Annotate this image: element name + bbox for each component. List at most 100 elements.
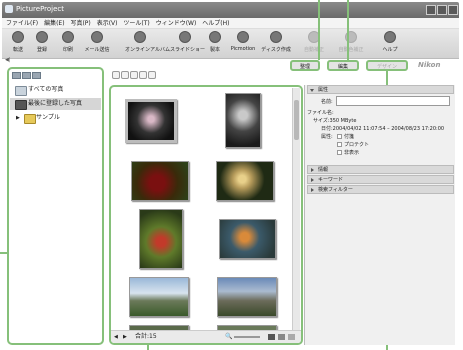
- expand-arrow-icon[interactable]: ▶: [16, 112, 20, 124]
- picmotion-button[interactable]: Picmotion: [228, 31, 258, 52]
- checkbox-icon: [337, 142, 342, 147]
- menu-help[interactable]: ヘルプ(H): [202, 18, 229, 29]
- date-value: 日付:2004/04/02 11:07:54 – 2004/08/23 17:2…: [321, 126, 445, 132]
- picmotion-icon: [237, 31, 249, 43]
- print-button[interactable]: 印刷: [53, 31, 83, 53]
- binding-button[interactable]: 製本: [200, 31, 230, 53]
- thumbnail[interactable]: [217, 277, 277, 317]
- album-view-icon[interactable]: [22, 72, 31, 79]
- section-info-header[interactable]: 情報: [307, 165, 454, 174]
- slideshow-icon: [179, 31, 191, 43]
- app-icon: [5, 5, 13, 13]
- thumbnail-browser: ◀ ▶ 合計:15 🔍: [109, 85, 303, 345]
- section-keyword-header[interactable]: キーワード: [307, 175, 454, 184]
- close-icon[interactable]: [448, 5, 458, 15]
- rotate-left-icon[interactable]: [112, 71, 120, 79]
- attribute-label: 属性:: [321, 134, 333, 140]
- transfer-icon: [12, 31, 24, 43]
- nav-sample-folder[interactable]: ▶ サンプル: [10, 112, 101, 124]
- online-album-button[interactable]: オンラインアルバム: [125, 31, 170, 53]
- toolbar: 転送 登録 印刷 メール送信 オンラインアルバム スライドショー 製本 Picm…: [2, 29, 459, 59]
- title-bar: PictureProject: [2, 2, 459, 18]
- nav-recent-photos[interactable]: 最後に登録した写真: [10, 98, 101, 110]
- properties-pane: 属性 名前: ファイル名: サイズ:350 MByte 日付:2004/04/0…: [304, 85, 455, 345]
- recent-photos-icon: [15, 100, 27, 110]
- all-photos-icon: [15, 86, 27, 96]
- disc-button[interactable]: ディスク作成: [261, 31, 291, 53]
- menu-edit[interactable]: 編集(E): [44, 18, 64, 29]
- filter-icon[interactable]: [148, 71, 156, 79]
- next-page-icon[interactable]: ▶: [123, 331, 127, 343]
- mail-icon: [91, 31, 103, 43]
- prev-page-icon[interactable]: ◀: [114, 331, 118, 343]
- menu-window[interactable]: ウィンドウ(W): [156, 18, 197, 29]
- thumbnail[interactable]: [216, 161, 274, 201]
- print-icon: [62, 31, 74, 43]
- callout-line-organize: [318, 0, 320, 60]
- disc-icon: [270, 31, 282, 43]
- auto-correct-button[interactable]: 自動補正: [299, 31, 329, 53]
- nav-view-toolbar: [12, 72, 46, 80]
- thumbnail[interactable]: [125, 99, 177, 143]
- tab-edit[interactable]: 編集: [327, 60, 359, 71]
- menu-photo[interactable]: 写真(P): [70, 18, 90, 29]
- folder-view-icon[interactable]: [12, 72, 21, 79]
- section-search-filter-header[interactable]: 検索フィルター: [307, 185, 454, 194]
- list-view-icon[interactable]: [278, 334, 285, 340]
- detail-view-icon[interactable]: [288, 334, 295, 340]
- keyword-icon[interactable]: [139, 71, 147, 79]
- tab-organize[interactable]: 整理: [290, 60, 320, 71]
- vertical-scrollbar[interactable]: [292, 88, 300, 330]
- nav-all-photos[interactable]: すべての写真: [10, 84, 101, 96]
- collapse-toolbar-button[interactable]: ◀|: [5, 57, 11, 63]
- thumbnail[interactable]: [131, 161, 189, 201]
- scrollbar-thumb[interactable]: [294, 100, 299, 140]
- zoom-slider[interactable]: [234, 336, 260, 338]
- minimize-icon[interactable]: [426, 5, 436, 15]
- protect-checkbox[interactable]: プロテクト: [337, 141, 369, 148]
- filename-label: ファイル名:: [307, 110, 334, 116]
- thumbnail[interactable]: [129, 277, 189, 317]
- help-icon: [384, 31, 396, 43]
- hidden-checkbox[interactable]: 非表示: [337, 149, 359, 156]
- calendar-view-icon[interactable]: [32, 72, 41, 79]
- checkbox-icon: [337, 150, 342, 155]
- maximize-icon[interactable]: [437, 5, 447, 15]
- size-value: サイズ:350 MByte: [313, 118, 357, 124]
- folder-icon: [24, 114, 36, 124]
- sticky-checkbox[interactable]: 付箋: [337, 133, 354, 140]
- browser-status-bar: ◀ ▶ 合計:15 🔍: [111, 330, 301, 343]
- thumbnail[interactable]: [225, 93, 261, 148]
- rotate-right-icon[interactable]: [121, 71, 129, 79]
- auto-color-button[interactable]: 自動色補正: [336, 31, 366, 53]
- menu-bar: ファイル(F) 編集(E) 写真(P) 表示(V) ツール(T) ウィンドウ(W…: [2, 18, 459, 29]
- grid-view-icon[interactable]: [268, 334, 275, 340]
- menu-view[interactable]: 表示(V): [97, 18, 118, 29]
- name-input[interactable]: [336, 96, 450, 106]
- total-count: 合計:15: [135, 333, 157, 340]
- online-album-icon: [134, 31, 146, 43]
- window-title: PictureProject: [16, 5, 65, 13]
- nav-recent-photos-label: 最後に登録した写真: [28, 100, 83, 107]
- mail-button[interactable]: メール送信: [82, 31, 112, 53]
- thumbnail[interactable]: [219, 219, 276, 259]
- thumbnail[interactable]: [139, 209, 183, 269]
- browser-toolbar: [112, 71, 300, 81]
- help-button[interactable]: ヘルプ: [375, 31, 405, 53]
- nav-sample-label: サンプル: [36, 114, 60, 121]
- zoom-icon: 🔍: [225, 333, 233, 340]
- callout-line-edit: [347, 0, 349, 60]
- slideshow-button[interactable]: スライドショー: [170, 31, 205, 53]
- checkbox-icon: [337, 134, 342, 139]
- nav-all-photos-label: すべての写真: [28, 86, 64, 93]
- menu-tools[interactable]: ツール(T): [123, 18, 149, 29]
- name-label: 名前:: [321, 99, 333, 105]
- mark-icon[interactable]: [130, 71, 138, 79]
- menu-file[interactable]: ファイル(F): [6, 18, 38, 29]
- brand-logo: Nikon: [418, 61, 441, 69]
- tab-design[interactable]: デザイン: [366, 60, 408, 71]
- navigation-pane: すべての写真 最後に登録した写真 ▶ サンプル: [7, 67, 104, 345]
- register-icon: [36, 31, 48, 43]
- binding-icon: [209, 31, 221, 43]
- section-attributes-header[interactable]: 属性: [307, 85, 454, 94]
